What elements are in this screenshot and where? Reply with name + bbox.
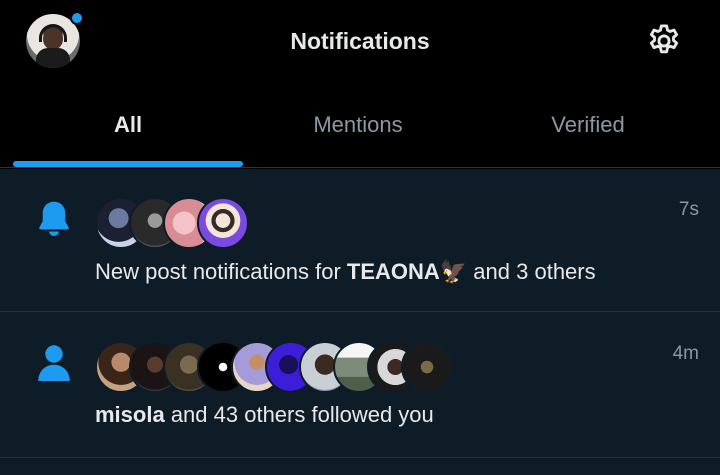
tab-all[interactable]: All	[13, 82, 243, 168]
avatar-stack	[95, 197, 249, 249]
user-name[interactable]: misola	[95, 402, 165, 427]
avatar-stack	[95, 341, 453, 393]
user-name[interactable]: TEAONA🦅	[347, 259, 467, 284]
bell-icon	[39, 201, 69, 236]
avatar[interactable]	[401, 341, 453, 393]
settings-gear-icon[interactable]	[645, 22, 683, 60]
unread-dot	[70, 11, 84, 25]
person-icon	[38, 345, 70, 381]
avatar[interactable]	[197, 197, 249, 249]
notification-tabs: All Mentions Verified	[0, 82, 720, 168]
page-title: Notifications	[290, 28, 430, 54]
notifications-list: 7s New post notifications for TEAONA🦅 an…	[0, 169, 720, 475]
timestamp: 4m	[672, 343, 699, 364]
notification-text: misola and 43 others followed you	[95, 402, 434, 427]
top-app-bar: Notifications	[0, 0, 720, 82]
notification-item[interactable]: 4m misola and 43 others followed you	[0, 313, 720, 458]
tab-verified[interactable]: Verified	[473, 82, 703, 168]
notification-text: New post notifications for TEAONA🦅 and 3…	[95, 259, 596, 284]
notification-item[interactable]: 7s New post notifications for TEAONA🦅 an…	[0, 169, 720, 312]
tab-mentions[interactable]: Mentions	[243, 82, 473, 168]
timestamp: 7s	[678, 199, 699, 220]
active-tab-indicator	[13, 161, 243, 167]
